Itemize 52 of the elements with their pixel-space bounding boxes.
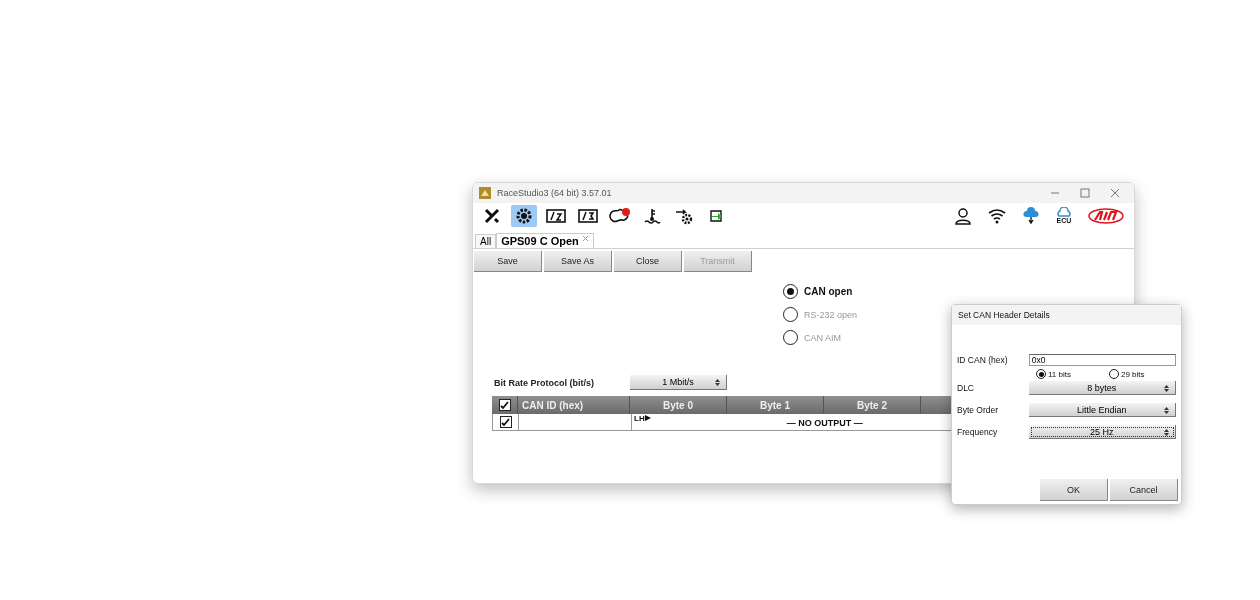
bit-rate-select[interactable]: 1 Mbit/s <box>630 375 727 390</box>
radio-label: 29 bits <box>1121 369 1145 379</box>
toolbar-button[interactable] <box>511 205 537 227</box>
user-icon[interactable] <box>954 207 972 225</box>
spinner-icon <box>1164 385 1169 392</box>
dialog-button[interactable]: Cancel <box>1110 479 1178 501</box>
action-button[interactable]: Save As <box>544 251 612 272</box>
action-button[interactable]: Save <box>474 251 542 272</box>
spinner-icon <box>1164 407 1169 414</box>
checkbox[interactable] <box>499 416 512 428</box>
window-title: RaceStudio3 (64 bit) 3.57.01 <box>497 188 612 198</box>
radio-label: CAN AIM <box>804 332 841 343</box>
arrow-icon <box>644 415 651 421</box>
column-header: Byte 0 <box>630 396 727 414</box>
close-tab-icon[interactable] <box>581 235 589 242</box>
dialog-button[interactable]: OK <box>1040 479 1108 501</box>
display-icon <box>578 208 598 224</box>
column-header: CAN ID (hex) <box>518 396 630 414</box>
radio-label: CAN open <box>804 286 853 297</box>
display-icon <box>546 208 566 224</box>
dropdown[interactable]: Little Endian <box>1028 403 1176 417</box>
cloud-icon[interactable] <box>1022 207 1040 225</box>
column-header: Byte 2 <box>824 396 921 414</box>
input-field[interactable]: 0x0 <box>1028 354 1176 366</box>
field-label: DLC <box>957 383 975 393</box>
field-label: Byte Order <box>957 405 1000 415</box>
document-tab[interactable]: GPS09 C Open <box>496 233 594 248</box>
dropdown[interactable]: 8 bytes <box>1028 381 1176 395</box>
gear-plus-icon <box>674 207 694 225</box>
spinner-icon <box>1164 429 1169 436</box>
field-label: Frequency <box>957 427 999 437</box>
sync-icon <box>707 207 725 225</box>
checkbox[interactable] <box>498 399 511 411</box>
logo-icon <box>1088 208 1124 224</box>
dropdown[interactable]: 25 Hz <box>1028 425 1176 439</box>
app-icon <box>479 187 491 199</box>
bit-rate-label: Bit Rate Protocol (bit/s) <box>494 377 595 388</box>
table-cell: — NO OUTPUT — <box>786 418 863 430</box>
action-button[interactable]: Close <box>614 251 682 272</box>
document-tab[interactable]: All <box>475 234 497 248</box>
byte-order-mark: LH <box>634 414 645 425</box>
spinner-icon <box>715 379 720 386</box>
gear-icon <box>515 207 533 225</box>
dialog-title: Set CAN Header Details <box>952 305 1181 325</box>
wifi-icon[interactable] <box>988 207 1006 225</box>
field-label: ID CAN (hex) <box>957 355 1009 365</box>
maximize-icon[interactable] <box>1080 188 1090 198</box>
column-header: Byte 1 <box>727 396 824 414</box>
radio-label: 11 bits <box>1048 369 1071 379</box>
thermometer-icon <box>643 207 661 225</box>
close-icon[interactable] <box>1110 188 1120 198</box>
radio-label: RS-232 open <box>804 309 858 320</box>
